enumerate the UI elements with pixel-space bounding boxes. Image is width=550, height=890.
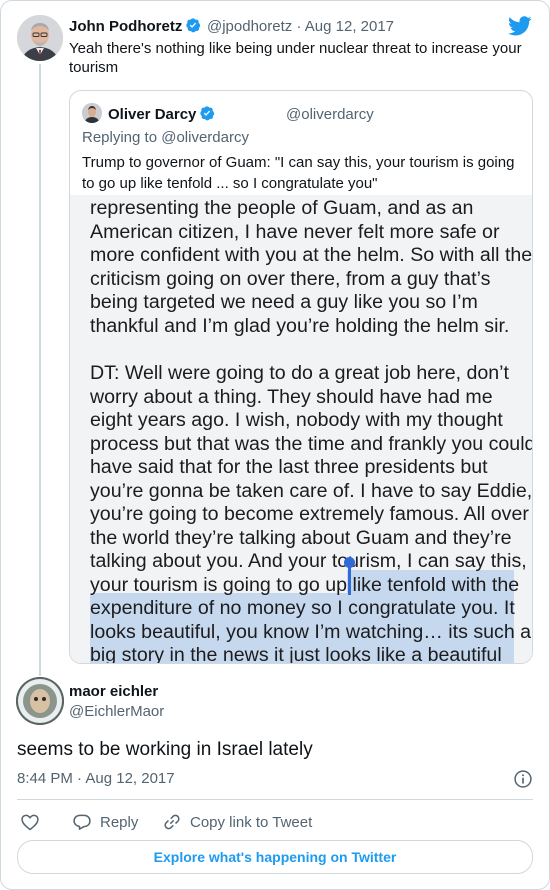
reply-icon	[73, 814, 91, 830]
explore-button[interactable]: Explore what's happening on Twitter	[17, 840, 533, 874]
twitter-bird-icon[interactable]	[508, 14, 532, 38]
original-author-name[interactable]: John Podhoretz	[69, 17, 201, 35]
main-tweet-text: seems to be working in Israel lately	[17, 739, 313, 760]
quoted-tweet-text: Trump to governor of Guam: "I can say th…	[82, 154, 515, 192]
verified-badge-icon	[200, 106, 215, 121]
tweet-timestamp[interactable]: 8:44 PM · Aug 12, 2017	[17, 770, 175, 787]
main-author-handle[interactable]: @EichlerMaor	[69, 703, 164, 720]
thread-connector-line	[39, 64, 41, 676]
copy-link-label: Copy link to Tweet	[190, 813, 313, 831]
link-icon	[164, 814, 180, 830]
original-handle-date[interactable]: @jpodhoretz · Aug 12, 2017	[207, 18, 394, 35]
john-podhoretz-avatar[interactable]	[17, 15, 63, 61]
like-button[interactable]	[20, 810, 48, 834]
transcript-paragraph-1: representing the people of Guam, and as …	[90, 197, 532, 337]
original-tweet-text: Yeah there's nothing like being under nu…	[69, 40, 522, 76]
reply-label: Reply	[100, 813, 139, 831]
oliver-darcy-avatar	[82, 103, 102, 123]
heart-icon	[21, 814, 39, 831]
main-author-name[interactable]: maor eichler	[69, 683, 158, 700]
transcript-paragraph-2: DT: Well were going to do a great job he…	[90, 362, 532, 664]
info-icon[interactable]	[513, 769, 533, 789]
copy-link-button[interactable]: Copy link to Tweet	[162, 810, 312, 834]
quoted-handle: @oliverdarcy	[286, 106, 374, 123]
transcript-screenshot-image: representing the people of Guam, and as …	[70, 195, 532, 664]
reply-button[interactable]: Reply	[72, 810, 138, 834]
quoted-tweet[interactable]: Oliver Darcy @oliverdarcy Replying to @o…	[69, 90, 533, 664]
quoted-author-name: Oliver Darcy	[108, 105, 215, 123]
divider	[17, 799, 533, 800]
verified-badge-icon	[186, 18, 201, 33]
replying-to-label: Replying to @oliverdarcy	[82, 129, 249, 146]
maor-eichler-avatar[interactable]	[16, 677, 64, 725]
selection-start-caret	[348, 565, 351, 595]
